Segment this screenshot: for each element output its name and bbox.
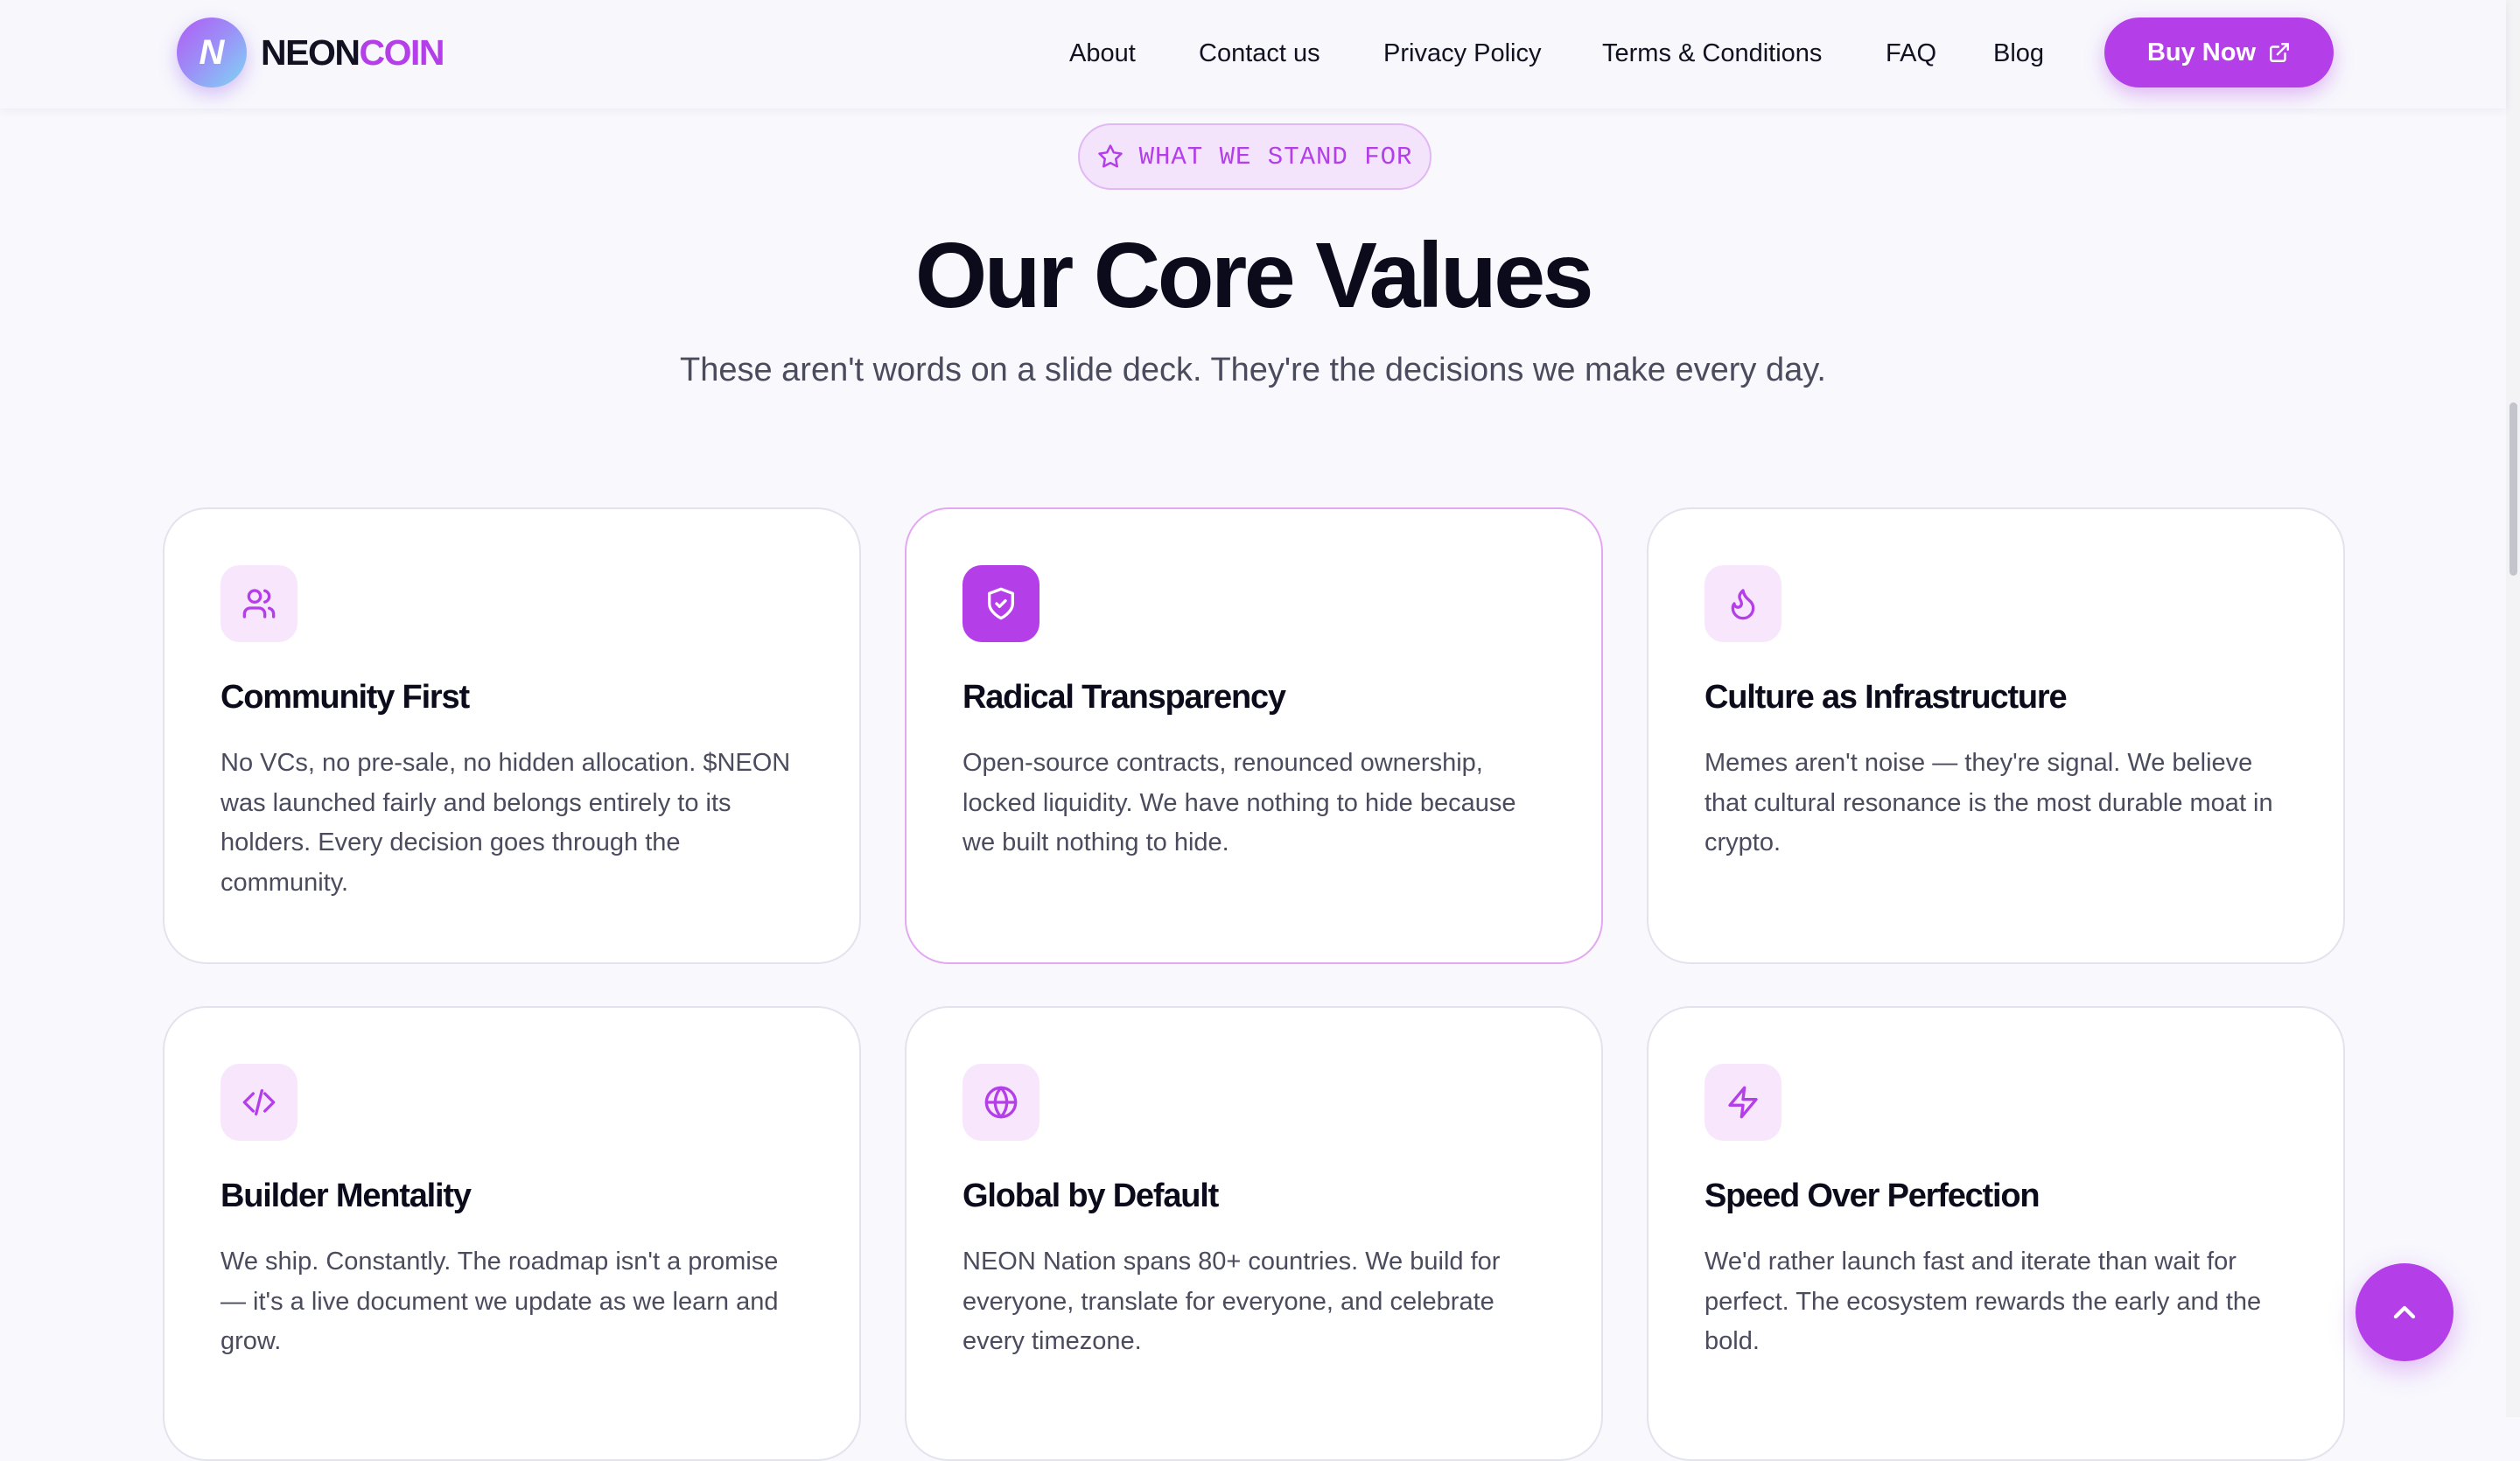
scrollbar-thumb[interactable] — [2510, 402, 2517, 576]
card-description: No VCs, no pre-sale, no hidden allocatio… — [220, 749, 791, 897]
card-icon-box — [1704, 565, 1782, 642]
card-icon-box — [220, 565, 298, 642]
section-title: Our Core Values — [914, 224, 1594, 327]
card-description: We'd rather launch fast and iterate than… — [1704, 1248, 2262, 1355]
eyebrow-text: WHAT WE STAND FOR — [1138, 142, 1413, 171]
card-title: Speed Over Perfection — [1704, 1178, 2040, 1214]
flame-icon — [1731, 589, 1755, 620]
buy-now-button[interactable]: Buy Now — [2104, 17, 2334, 87]
card-title: Radical Transparency — [962, 679, 1286, 716]
card-title: Global by Default — [962, 1178, 1219, 1214]
logo[interactable]: N NEONCOIN — [177, 17, 444, 87]
section-eyebrow-pill: WHAT WE STAND FOR — [1078, 123, 1432, 190]
card-icon-box — [962, 565, 1040, 642]
nav-terms-link[interactable]: Terms & Conditions — [1602, 33, 1822, 73]
card-title: Community First — [220, 679, 470, 716]
globe-icon — [984, 1086, 1018, 1119]
buy-now-label: Buy Now — [2146, 38, 2257, 66]
card-icon-box — [1704, 1064, 1782, 1141]
nav-contact-link[interactable]: Contact us — [1199, 33, 1320, 73]
value-card-transparency: Radical Transparency Open-source contrac… — [905, 507, 1603, 964]
site-header: N NEONCOIN About Contact us Privacy Poli… — [0, 0, 2506, 108]
page-scrollbar[interactable] — [2506, 0, 2520, 1417]
logo-badge-icon: N — [177, 17, 247, 87]
nav-blog-link[interactable]: Blog — [1993, 33, 2044, 73]
logo-word-neon: NEON — [261, 31, 360, 73]
value-card-speed: Speed Over Perfection We'd rather launch… — [1647, 1006, 2345, 1461]
card-title: Builder Mentality — [220, 1178, 472, 1214]
code-icon — [242, 1089, 276, 1115]
nav-privacy-link[interactable]: Privacy Policy — [1383, 33, 1542, 73]
section-subtitle: These aren't words on a slide deck. They… — [680, 352, 1826, 388]
card-description: NEON Nation spans 80+ countries. We buil… — [962, 1248, 1501, 1355]
logo-word-coin: COIN — [359, 31, 444, 73]
card-description: We ship. Constantly. The roadmap isn't a… — [220, 1248, 779, 1355]
shield-check-icon — [988, 587, 1014, 620]
card-title: Culture as Infrastructure — [1704, 679, 2068, 716]
nav-faq-link[interactable]: FAQ — [1886, 33, 1936, 73]
chevron-up-icon — [2393, 1305, 2416, 1319]
logo-letter: N — [199, 32, 225, 72]
zap-icon — [1728, 1086, 1758, 1119]
users-icon — [242, 589, 276, 619]
value-card-community: Community First No VCs, no pre-sale, no … — [163, 507, 861, 964]
card-icon-box — [962, 1064, 1040, 1141]
card-description: Memes aren't noise — they're signal. We … — [1704, 749, 2273, 856]
card-description: Open-source contracts, renounced ownersh… — [962, 749, 1516, 856]
value-card-culture: Culture as Infrastructure Memes aren't n… — [1647, 507, 2345, 964]
value-card-builder: Builder Mentality We ship. Constantly. T… — [163, 1006, 861, 1461]
back-to-top-button[interactable] — [2356, 1263, 2454, 1361]
logo-text: NEONCOIN — [261, 32, 444, 73]
star-icon — [1097, 144, 1123, 168]
nav-about-link[interactable]: About — [1069, 33, 1136, 73]
value-card-global: Global by Default NEON Nation spans 80+ … — [905, 1006, 1603, 1461]
card-icon-box — [220, 1064, 298, 1141]
external-link-icon — [2270, 43, 2289, 62]
